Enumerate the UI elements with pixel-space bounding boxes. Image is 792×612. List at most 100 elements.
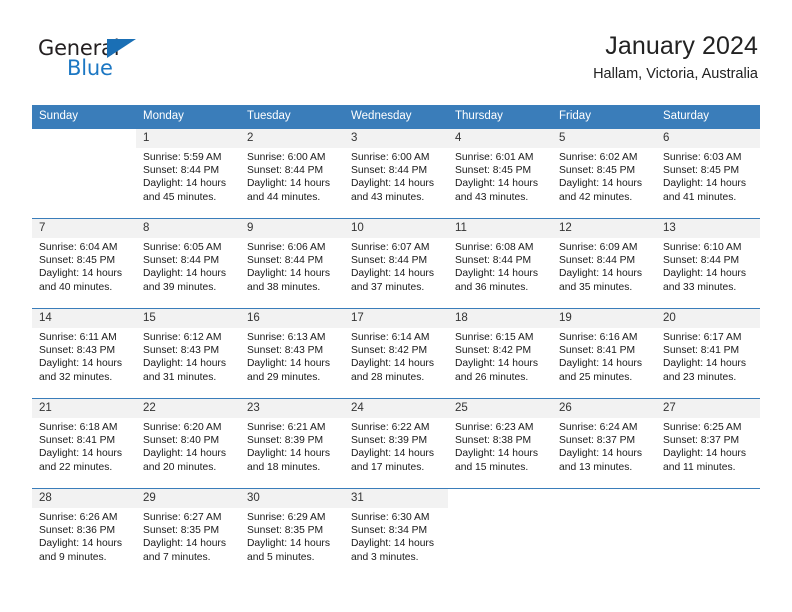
sunset-text: Sunset: 8:39 PM xyxy=(351,435,428,447)
calendar-day-cell[interactable]: 1 Sunrise: 5:59 AM Sunset: 8:44 PM Daylight… xyxy=(136,128,240,219)
sunset-text: Sunset: 8:44 PM xyxy=(247,165,324,177)
calendar-cell-empty xyxy=(552,488,656,579)
calendar-page: General Blue January 2024 Hallam, Victor… xyxy=(0,0,792,612)
calendar-day-cell[interactable]: 28 Sunrise: 6:26 AM Sunset: 8:36 PM Dayligh… xyxy=(32,488,136,579)
day-number: 27 xyxy=(656,399,760,418)
calendar-day-cell[interactable]: 24 Sunrise: 6:22 AM Sunset: 8:39 PM Dayligh… xyxy=(344,398,448,489)
calendar-day-cell[interactable]: 17 Sunrise: 6:14 AM Sunset: 8:42 PM Dayligh… xyxy=(344,308,448,399)
sunrise-text: Sunrise: 6:16 AM xyxy=(559,332,638,343)
day-number: 23 xyxy=(240,399,344,418)
calendar-day-cell[interactable]: 9 Sunrise: 6:06 AM Sunset: 8:44 PM Daylight… xyxy=(240,218,344,309)
calendar-day-cell[interactable]: 6 Sunrise: 6:03 AM Sunset: 8:45 PM Daylight… xyxy=(656,128,760,219)
calendar-day-cell[interactable]: 18 Sunrise: 6:15 AM Sunset: 8:42 PM Dayligh… xyxy=(448,308,552,399)
calendar-week-row: 7 Sunrise: 6:04 AM Sunset: 8:45 PM Daylight… xyxy=(32,218,760,309)
calendar-grid: Sunday Monday Tuesday Wednesday Thursday… xyxy=(32,105,760,579)
calendar-day-cell[interactable]: 14 Sunrise: 6:11 AM Sunset: 8:43 PM Dayligh… xyxy=(32,308,136,399)
calendar-week-row: 14 Sunrise: 6:11 AM Sunset: 8:43 PM Dayligh… xyxy=(32,308,760,399)
sunrise-text: Sunrise: 6:05 AM xyxy=(143,242,222,253)
calendar-day-cell[interactable]: 23 Sunrise: 6:21 AM Sunset: 8:39 PM Dayligh… xyxy=(240,398,344,489)
daylight-text-line1: Daylight: 14 hours xyxy=(455,358,538,370)
daylight-text-line1: Daylight: 14 hours xyxy=(247,538,330,550)
day-details: Sunrise: 6:21 AM Sunset: 8:39 PM Daylight:… xyxy=(240,418,344,474)
day-details: Sunrise: 6:04 AM Sunset: 8:45 PM Daylight:… xyxy=(32,238,136,294)
day-details: Sunrise: 6:22 AM Sunset: 8:39 PM Daylight:… xyxy=(344,418,448,474)
weekday-header-saturday: Saturday xyxy=(656,105,760,129)
daylight-text-line2: and 7 minutes. xyxy=(143,551,211,563)
daylight-text-line1: Daylight: 14 hours xyxy=(247,358,330,370)
sunrise-text: Sunrise: 6:26 AM xyxy=(39,512,118,523)
day-number: 6 xyxy=(656,129,760,148)
sunrise-text: Sunrise: 6:02 AM xyxy=(559,152,638,163)
calendar-day-cell[interactable]: 22 Sunrise: 6:20 AM Sunset: 8:40 PM Dayligh… xyxy=(136,398,240,489)
day-number: 5 xyxy=(552,129,656,148)
daylight-text-line2: and 15 minutes. xyxy=(455,461,529,473)
sunset-text: Sunset: 8:43 PM xyxy=(143,345,220,357)
sunset-text: Sunset: 8:43 PM xyxy=(247,345,324,357)
sunset-text: Sunset: 8:44 PM xyxy=(351,165,428,177)
day-details: Sunrise: 6:13 AM Sunset: 8:43 PM Daylight:… xyxy=(240,328,344,384)
calendar-day-cell[interactable]: 19 Sunrise: 6:16 AM Sunset: 8:41 PM Dayligh… xyxy=(552,308,656,399)
calendar-day-cell[interactable]: 8 Sunrise: 6:05 AM Sunset: 8:44 PM Daylight… xyxy=(136,218,240,309)
day-details: Sunrise: 6:01 AM Sunset: 8:45 PM Daylight:… xyxy=(448,148,552,204)
calendar-day-cell[interactable]: 13 Sunrise: 6:10 AM Sunset: 8:44 PM Dayligh… xyxy=(656,218,760,309)
calendar-day-cell[interactable]: 3 Sunrise: 6:00 AM Sunset: 8:44 PM Daylight… xyxy=(344,128,448,219)
calendar-day-cell[interactable]: 2 Sunrise: 6:00 AM Sunset: 8:44 PM Daylight… xyxy=(240,128,344,219)
day-details: Sunrise: 6:29 AM Sunset: 8:35 PM Daylight:… xyxy=(240,508,344,564)
sunrise-text: Sunrise: 6:17 AM xyxy=(663,332,742,343)
calendar-day-cell[interactable]: 7 Sunrise: 6:04 AM Sunset: 8:45 PM Daylight… xyxy=(32,218,136,309)
sunrise-text: Sunrise: 6:00 AM xyxy=(247,152,326,163)
day-details: Sunrise: 6:23 AM Sunset: 8:38 PM Daylight:… xyxy=(448,418,552,474)
sunrise-text: Sunrise: 6:23 AM xyxy=(455,422,534,433)
calendar-day-cell[interactable]: 29 Sunrise: 6:27 AM Sunset: 8:35 PM Dayligh… xyxy=(136,488,240,579)
day-details: Sunrise: 6:05 AM Sunset: 8:44 PM Daylight:… xyxy=(136,238,240,294)
calendar-day-cell[interactable]: 12 Sunrise: 6:09 AM Sunset: 8:44 PM Dayligh… xyxy=(552,218,656,309)
calendar-day-cell[interactable]: 4 Sunrise: 6:01 AM Sunset: 8:45 PM Daylight… xyxy=(448,128,552,219)
sunset-text: Sunset: 8:40 PM xyxy=(143,435,220,447)
day-details: Sunrise: 6:10 AM Sunset: 8:44 PM Daylight:… xyxy=(656,238,760,294)
calendar-day-cell[interactable]: 26 Sunrise: 6:24 AM Sunset: 8:37 PM Dayligh… xyxy=(552,398,656,489)
day-number: 26 xyxy=(552,399,656,418)
daylight-text-line2: and 33 minutes. xyxy=(663,281,737,293)
daylight-text-line1: Daylight: 14 hours xyxy=(559,268,642,280)
day-details: Sunrise: 6:17 AM Sunset: 8:41 PM Daylight:… xyxy=(656,328,760,384)
calendar-day-cell[interactable]: 5 Sunrise: 6:02 AM Sunset: 8:45 PM Daylight… xyxy=(552,128,656,219)
general-blue-logo[interactable]: General Blue xyxy=(38,36,218,88)
daylight-text-line2: and 11 minutes. xyxy=(663,461,736,473)
calendar-day-cell[interactable]: 30 Sunrise: 6:29 AM Sunset: 8:35 PM Dayligh… xyxy=(240,488,344,579)
day-details: Sunrise: 6:00 AM Sunset: 8:44 PM Daylight:… xyxy=(344,148,448,204)
calendar-day-cell[interactable]: 10 Sunrise: 6:07 AM Sunset: 8:44 PM Dayligh… xyxy=(344,218,448,309)
sunrise-text: Sunrise: 6:30 AM xyxy=(351,512,430,523)
day-details: Sunrise: 6:16 AM Sunset: 8:41 PM Daylight:… xyxy=(552,328,656,384)
calendar-body: 1 Sunrise: 5:59 AM Sunset: 8:44 PM Daylight… xyxy=(32,128,760,579)
daylight-text-line1: Daylight: 14 hours xyxy=(143,538,226,550)
calendar-day-cell[interactable]: 21 Sunrise: 6:18 AM Sunset: 8:41 PM Dayligh… xyxy=(32,398,136,489)
daylight-text-line1: Daylight: 14 hours xyxy=(39,538,122,550)
sunset-text: Sunset: 8:44 PM xyxy=(143,255,220,267)
sunrise-text: Sunrise: 6:18 AM xyxy=(39,422,118,433)
day-details: Sunrise: 6:30 AM Sunset: 8:34 PM Daylight:… xyxy=(344,508,448,564)
daylight-text-line1: Daylight: 14 hours xyxy=(455,268,538,280)
daylight-text-line2: and 13 minutes. xyxy=(559,461,633,473)
day-number: 4 xyxy=(448,129,552,148)
daylight-text-line1: Daylight: 14 hours xyxy=(351,358,434,370)
day-number: 14 xyxy=(32,309,136,328)
daylight-text-line1: Daylight: 14 hours xyxy=(663,358,746,370)
daylight-text-line2: and 38 minutes. xyxy=(247,281,321,293)
daylight-text-line2: and 25 minutes. xyxy=(559,371,633,383)
sunrise-text: Sunrise: 6:06 AM xyxy=(247,242,326,253)
sunrise-text: Sunrise: 6:20 AM xyxy=(143,422,222,433)
calendar-day-cell[interactable]: 11 Sunrise: 6:08 AM Sunset: 8:44 PM Dayligh… xyxy=(448,218,552,309)
calendar-day-cell[interactable]: 16 Sunrise: 6:13 AM Sunset: 8:43 PM Dayligh… xyxy=(240,308,344,399)
sunset-text: Sunset: 8:41 PM xyxy=(559,345,636,357)
sunset-text: Sunset: 8:45 PM xyxy=(39,255,116,267)
daylight-text-line1: Daylight: 14 hours xyxy=(39,358,122,370)
sunrise-text: Sunrise: 5:59 AM xyxy=(143,152,222,163)
calendar-day-cell[interactable]: 27 Sunrise: 6:25 AM Sunset: 8:37 PM Dayligh… xyxy=(656,398,760,489)
day-number: 24 xyxy=(344,399,448,418)
calendar-day-cell[interactable]: 31 Sunrise: 6:30 AM Sunset: 8:34 PM Dayligh… xyxy=(344,488,448,579)
calendar-day-cell[interactable]: 15 Sunrise: 6:12 AM Sunset: 8:43 PM Dayligh… xyxy=(136,308,240,399)
daylight-text-line2: and 43 minutes. xyxy=(351,191,425,203)
calendar-day-cell[interactable]: 20 Sunrise: 6:17 AM Sunset: 8:41 PM Dayligh… xyxy=(656,308,760,399)
day-details: Sunrise: 6:08 AM Sunset: 8:44 PM Daylight:… xyxy=(448,238,552,294)
calendar-day-cell[interactable]: 25 Sunrise: 6:23 AM Sunset: 8:38 PM Dayligh… xyxy=(448,398,552,489)
